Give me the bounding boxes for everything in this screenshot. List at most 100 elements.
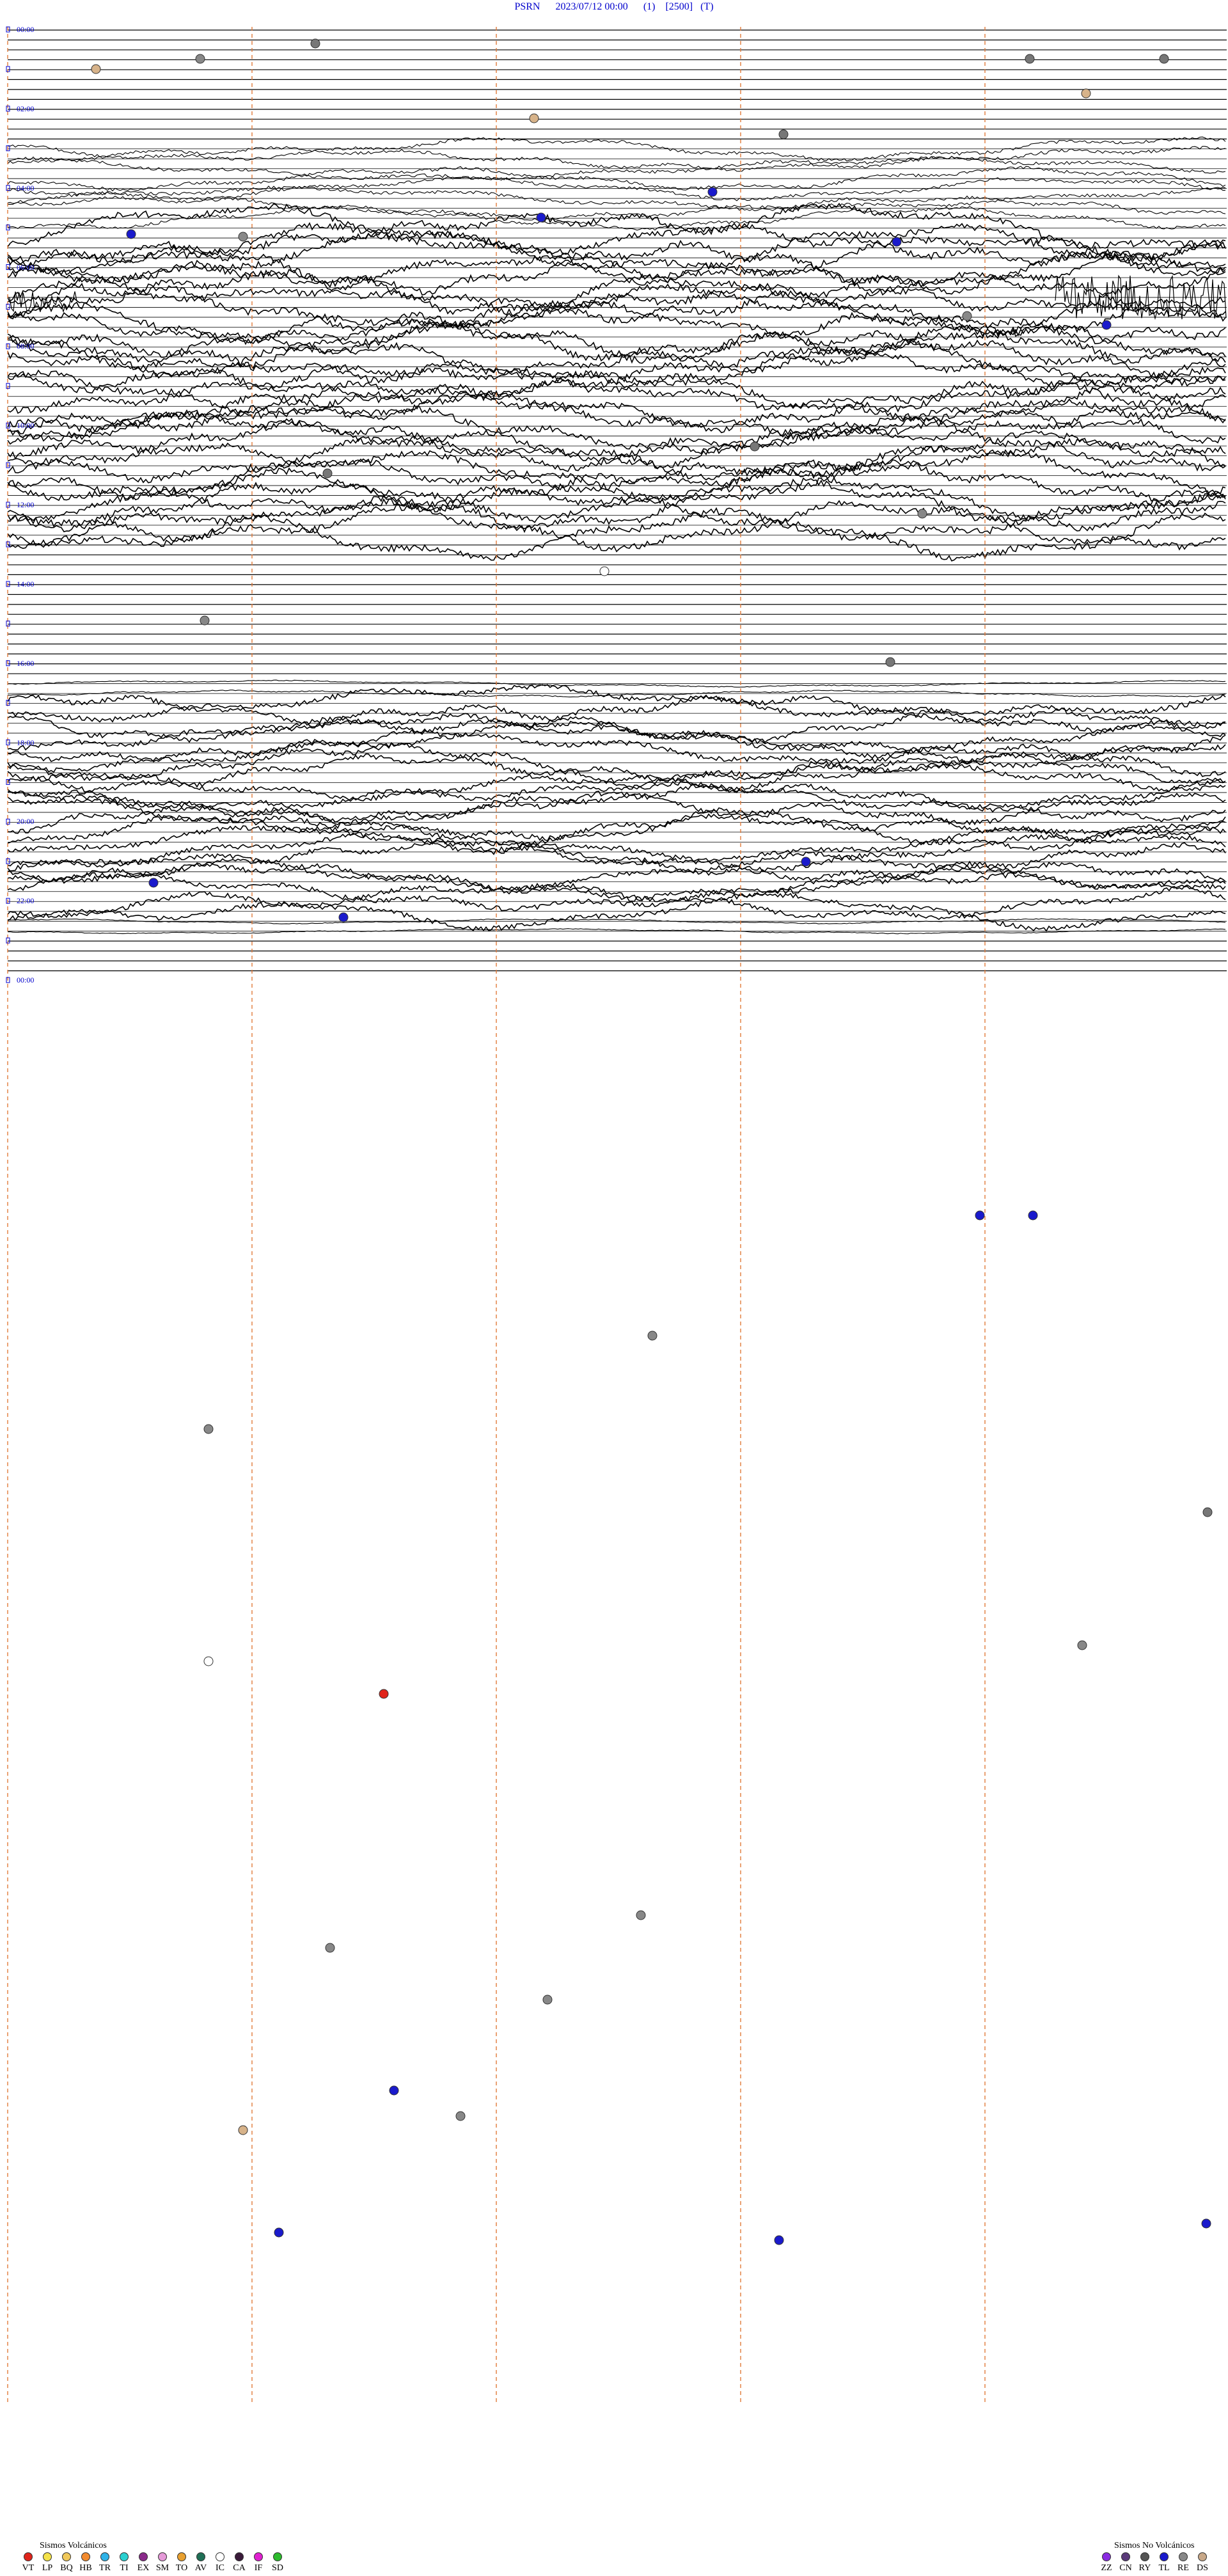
legend-item-tr: TR — [96, 2552, 114, 2573]
legend-code: IC — [216, 2563, 224, 2573]
event-marker — [1201, 2218, 1211, 2229]
event-marker — [975, 1210, 985, 1221]
legend-code: SD — [272, 2563, 283, 2573]
legend-item-ry: RY — [1136, 2552, 1154, 2573]
event-marker — [542, 1995, 553, 2005]
legend-color-icon — [177, 2552, 186, 2561]
time-label: 06:00 — [17, 262, 35, 272]
legend-item-sd: SD — [269, 2552, 287, 2573]
trace-waveform — [7, 872, 1226, 912]
time-label: 22:00 — [17, 896, 35, 906]
legend-item-av: AV — [192, 2552, 210, 2573]
legend-color-icon — [62, 2552, 71, 2561]
legend-color-icon — [196, 2552, 205, 2561]
legend-code: AV — [194, 2563, 207, 2573]
legend-color-icon — [24, 2552, 33, 2561]
event-marker — [1101, 320, 1112, 330]
event-marker — [885, 657, 895, 667]
legend-color-icon — [254, 2552, 263, 2561]
trace-waveform — [7, 783, 1226, 823]
event-marker — [1025, 54, 1035, 64]
time-label: 18:00 — [17, 738, 35, 747]
legend-code: EX — [137, 2563, 150, 2573]
event-marker — [962, 311, 972, 321]
event-marker — [238, 2125, 248, 2135]
trace-waveform — [7, 851, 1226, 892]
event-marker — [636, 1910, 646, 1920]
legend-code: HB — [79, 2563, 92, 2573]
legend-color-icon — [235, 2552, 244, 2561]
event-marker — [322, 468, 333, 478]
event-marker — [1202, 1507, 1213, 1517]
time-label: 20:00 — [17, 817, 35, 826]
legend-volcanic-title: Sismos Volcánicos — [40, 2541, 107, 2550]
legend-item-sm: SM — [154, 2552, 171, 2573]
event-marker — [389, 2085, 399, 2096]
legend-color-icon — [1121, 2552, 1130, 2561]
event-marker — [325, 1943, 335, 1953]
legend-item-ca: CA — [230, 2552, 248, 2573]
legend-item-tl: TL — [1155, 2552, 1173, 2573]
legend-code: CA — [233, 2563, 246, 2573]
event-marker — [148, 878, 159, 888]
legend-item-ic: IC — [211, 2552, 229, 2573]
legend-code: ZZ — [1101, 2563, 1112, 2573]
trace-waveform — [7, 155, 1226, 181]
event-marker — [310, 38, 320, 49]
trace-waveform — [7, 311, 1226, 364]
event-marker — [529, 113, 539, 123]
legend-code: TL — [1158, 2563, 1170, 2573]
legend-item-cn: CN — [1117, 2552, 1135, 2573]
legend-item-if: IF — [249, 2552, 267, 2573]
legend-color-icon — [216, 2552, 224, 2561]
legend-item-ti: TI — [115, 2552, 133, 2573]
event-marker — [750, 441, 760, 452]
time-label: 00:00 — [17, 976, 35, 985]
event-marker — [778, 129, 789, 139]
legend-item-to: TO — [173, 2552, 191, 2573]
legend-color-icon — [120, 2552, 129, 2561]
legend-code: TO — [175, 2563, 188, 2573]
event-marker — [536, 212, 546, 223]
event-marker — [707, 187, 718, 197]
event-marker — [379, 1689, 389, 1699]
trace-waveform — [7, 823, 1226, 862]
time-label: 16:00 — [17, 658, 35, 668]
time-label: 08:00 — [17, 342, 35, 351]
legend-item-ex: EX — [134, 2552, 152, 2573]
trace-waveform — [7, 369, 1226, 425]
time-label: 10:00 — [17, 421, 35, 431]
event-marker — [238, 232, 248, 242]
event-marker — [599, 566, 610, 576]
trace-waveform — [7, 684, 1226, 723]
legend-code: DS — [1197, 2563, 1208, 2573]
trace-waveform — [7, 232, 1226, 284]
event-marker — [892, 237, 902, 247]
time-label: 12:00 — [17, 500, 35, 510]
trace-waveform — [7, 704, 1226, 743]
legend-item-vt: VT — [19, 2552, 37, 2573]
legend-item-re: RE — [1174, 2552, 1192, 2573]
event-marker — [455, 2111, 466, 2121]
time-label: 02:00 — [17, 104, 35, 113]
time-label: 04:00 — [17, 183, 35, 193]
legend-item-zz: ZZ — [1098, 2552, 1115, 2573]
legend-code: LP — [42, 2563, 53, 2573]
legend-code: SM — [155, 2563, 169, 2573]
legend-item-hb: HB — [77, 2552, 95, 2573]
event-marker — [195, 54, 205, 64]
event-marker — [917, 509, 927, 519]
legend-code: TR — [99, 2563, 111, 2573]
event-marker — [1081, 88, 1091, 99]
legend-color-icon — [100, 2552, 109, 2561]
time-label: 14:00 — [17, 579, 35, 589]
trace-waveform — [7, 507, 1226, 562]
trace-waveform — [7, 802, 1226, 843]
legend-color-icon — [139, 2552, 148, 2561]
legend-nonvolcanic-title: Sismos No Volcánicos — [1114, 2541, 1195, 2550]
event-marker — [91, 64, 101, 74]
event-marker — [203, 1656, 214, 1666]
event-marker — [774, 2235, 784, 2245]
event-marker — [1077, 1640, 1087, 1650]
legend-color-icon — [81, 2552, 90, 2561]
